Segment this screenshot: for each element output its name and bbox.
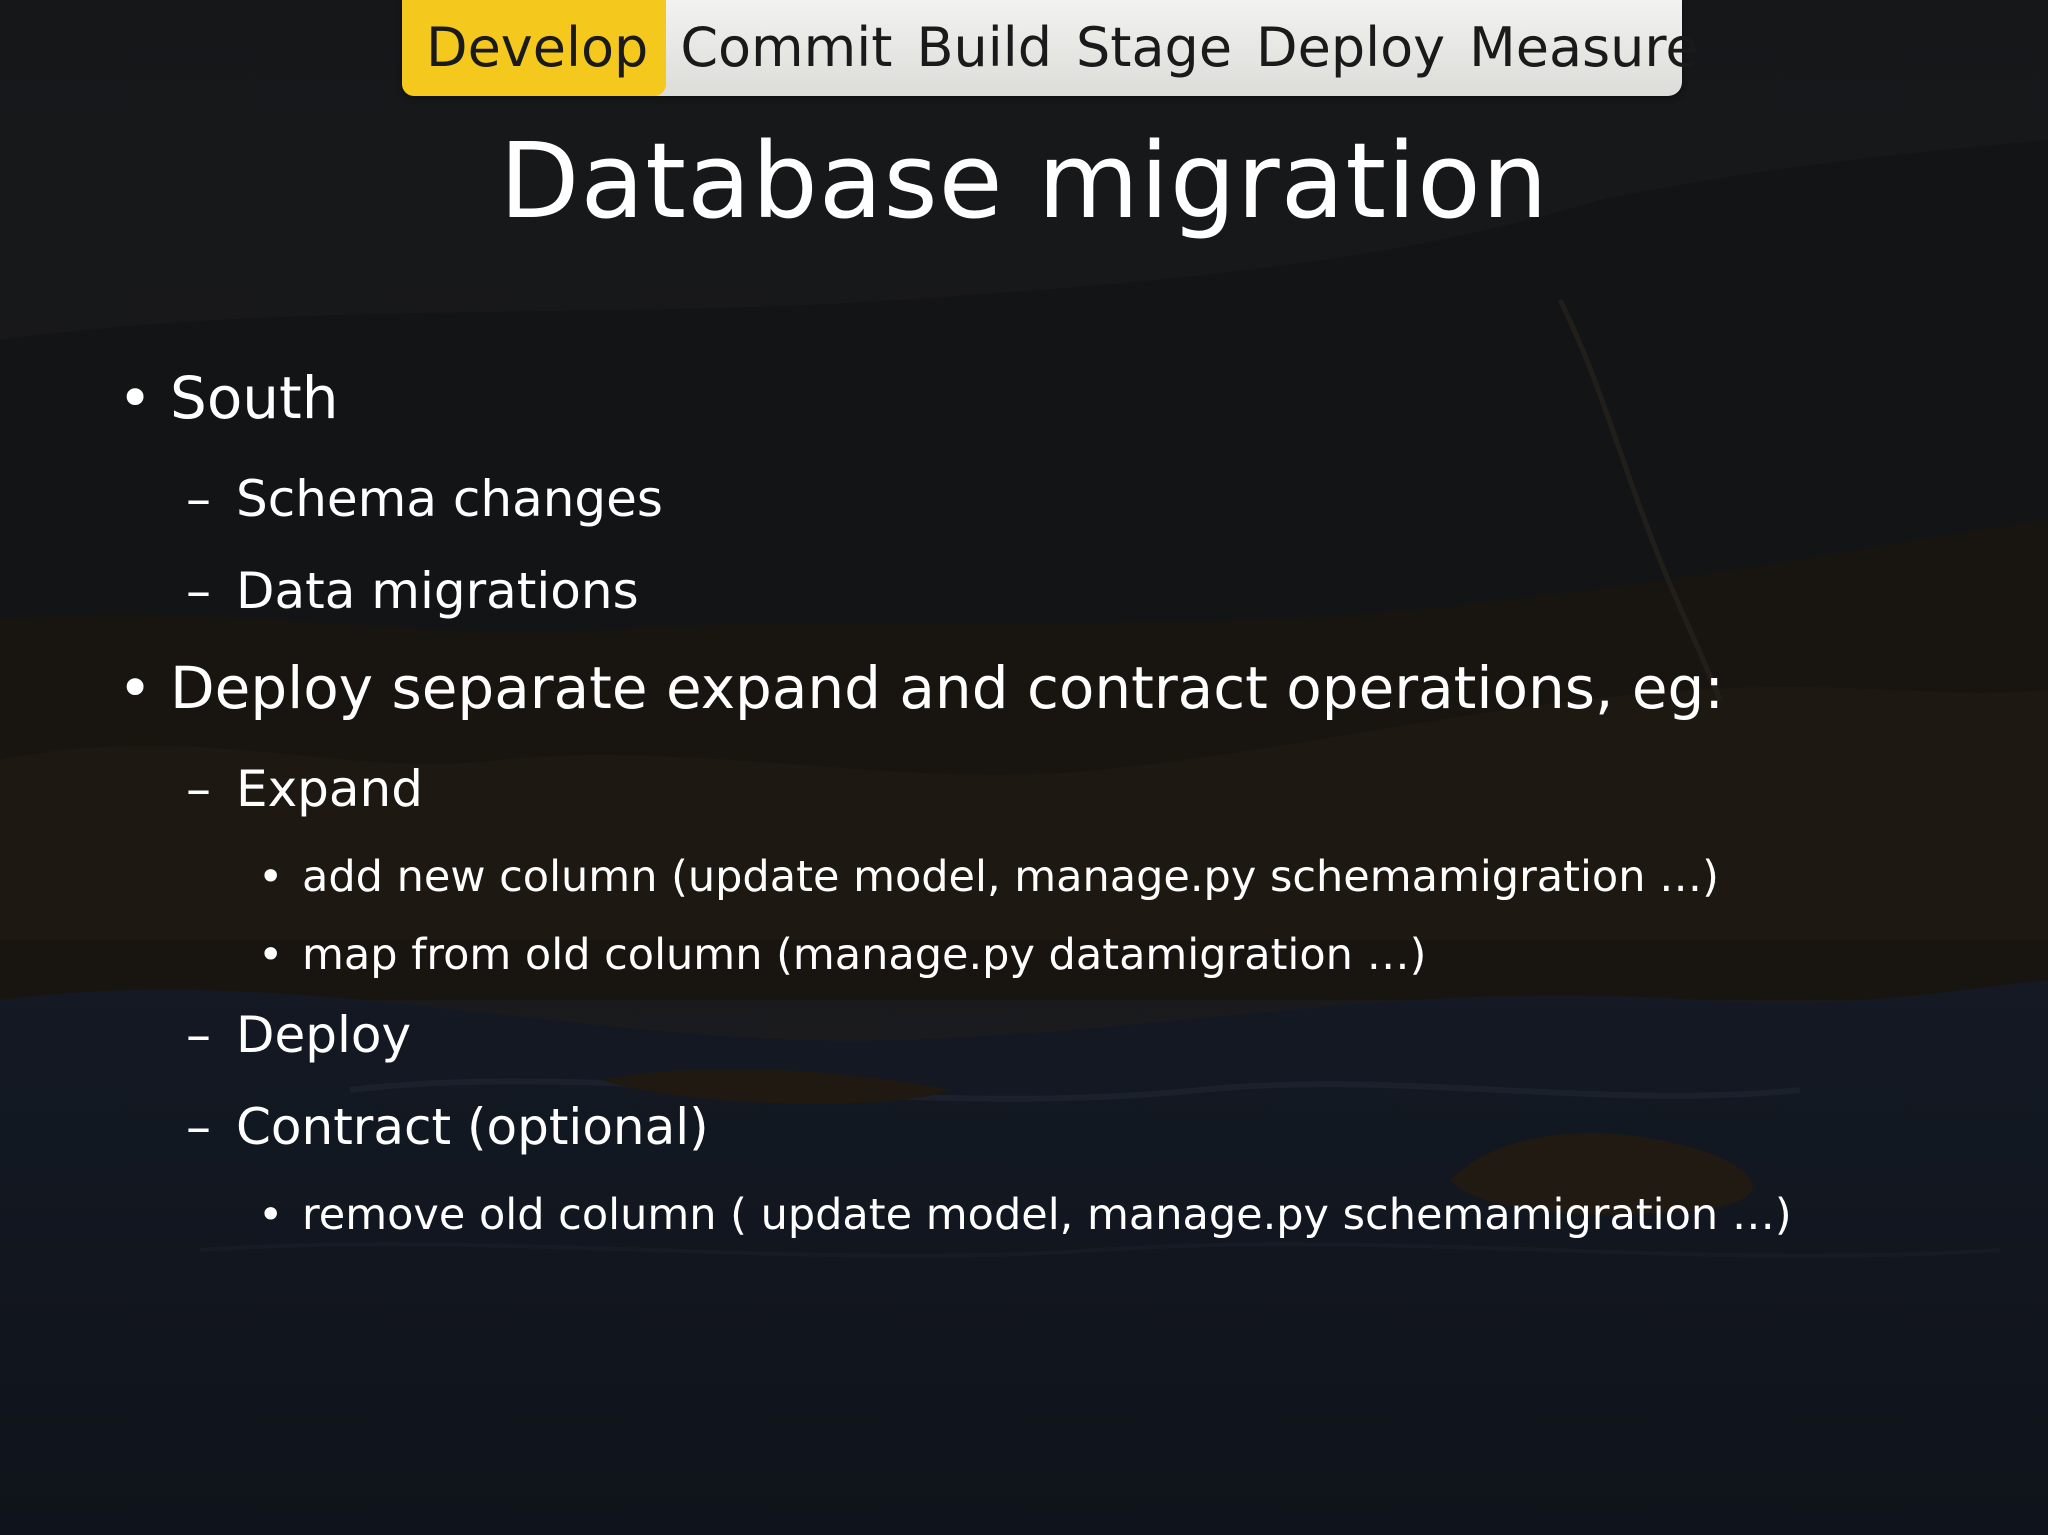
item-add-new-column: add new column (update model, manage.py …: [302, 852, 1719, 902]
bullet-marker: •: [258, 1190, 284, 1240]
item-map-from-old-column: map from old column (manage.py datamigra…: [302, 930, 1427, 980]
bullet-south: South: [170, 364, 339, 432]
item-remove-old-column: remove old column ( update model, manage…: [302, 1190, 1792, 1240]
bullet-marker: •: [118, 364, 153, 432]
bullet-marker: •: [258, 852, 284, 902]
bullet-marker: •: [118, 654, 153, 722]
dash-marker: –: [186, 562, 211, 620]
sub-bullet-schema-changes: Schema changes: [236, 470, 663, 528]
dash-marker: –: [186, 1098, 211, 1156]
sub-bullet-contract: Contract (optional): [236, 1098, 709, 1156]
sub-bullet-data-migrations: Data migrations: [236, 562, 639, 620]
dash-marker: –: [186, 470, 211, 528]
sub-bullet-expand: Expand: [236, 760, 423, 818]
bullet-marker: •: [258, 930, 284, 980]
dash-marker: –: [186, 760, 211, 818]
bullet-expand-contract: Deploy separate expand and contract oper…: [170, 654, 1724, 722]
dash-marker: –: [186, 1006, 211, 1064]
slide-body: • South – Schema changes – Data migratio…: [0, 0, 2048, 1535]
sub-bullet-deploy: Deploy: [236, 1006, 412, 1064]
